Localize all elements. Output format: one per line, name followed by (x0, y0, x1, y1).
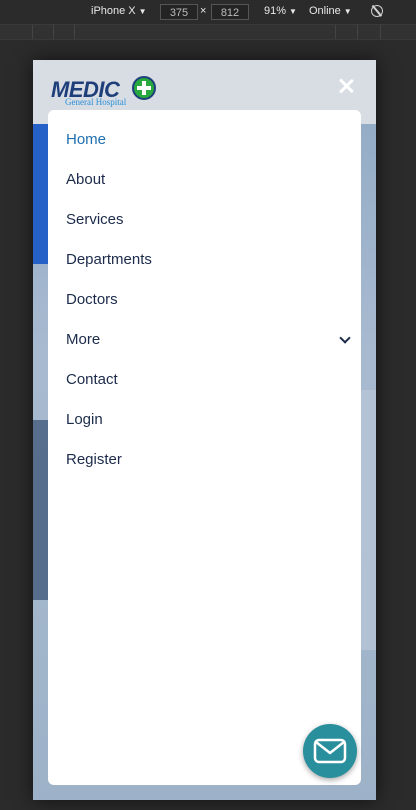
dimension-separator: × (200, 5, 207, 17)
close-icon[interactable] (336, 76, 356, 96)
menu-item-label: Home (66, 131, 107, 148)
menu-item-label: Doctors (66, 291, 118, 308)
menu-item-services[interactable]: Services (66, 206, 349, 246)
menu-item-register[interactable]: Register (66, 446, 349, 486)
menu-item-more[interactable]: More (66, 326, 351, 366)
zoom-select[interactable]: 91% ▼ (264, 5, 297, 17)
menu-item-label: Contact (66, 371, 118, 388)
height-input[interactable]: 812 (211, 4, 249, 20)
network-label: Online (309, 5, 341, 17)
width-input[interactable]: 375 (160, 4, 198, 20)
media-query-ruler (0, 24, 416, 40)
menu-list: Home About Services Departments Doctors … (66, 126, 351, 486)
menu-item-about[interactable]: About (66, 166, 349, 206)
site-logo[interactable]: MEDIC General Hospital (51, 76, 161, 107)
menu-item-label: Login (66, 411, 103, 428)
device-select-label: iPhone X (91, 5, 136, 17)
menu-item-contact[interactable]: Contact (66, 366, 349, 406)
contact-mail-button[interactable] (303, 724, 357, 778)
menu-item-label: Register (66, 451, 122, 468)
menu-item-label: Services (66, 211, 124, 228)
menu-item-home[interactable]: Home (66, 126, 349, 166)
caret-down-icon: ▼ (138, 6, 147, 16)
network-select[interactable]: Online ▼ (309, 5, 352, 17)
devtools-toolbar: iPhone X ▼ 375 × 812 91% ▼ Online ▼ (0, 0, 416, 24)
medical-cross-icon (132, 76, 156, 100)
zoom-label: 91% (264, 5, 287, 17)
menu-item-label: Departments (66, 251, 152, 268)
rotate-icon[interactable] (371, 5, 383, 17)
menu-item-label: More (66, 331, 101, 348)
device-viewport: MEDIC General Hospital Home About Servic… (33, 60, 376, 800)
menu-item-doctors[interactable]: Doctors (66, 286, 349, 326)
menu-item-departments[interactable]: Departments (66, 246, 349, 286)
hero-background (33, 124, 48, 264)
mobile-menu: Home About Services Departments Doctors … (48, 110, 361, 785)
device-select[interactable]: iPhone X ▼ (91, 5, 147, 17)
caret-down-icon: ▼ (289, 6, 297, 16)
menu-item-label: About (66, 171, 106, 188)
hero-background (33, 420, 48, 600)
mail-icon (313, 738, 347, 764)
chevron-down-icon[interactable] (339, 332, 351, 344)
menu-item-login[interactable]: Login (66, 406, 349, 446)
logo-subtitle: General Hospital (65, 97, 127, 107)
caret-down-icon: ▼ (343, 6, 352, 16)
